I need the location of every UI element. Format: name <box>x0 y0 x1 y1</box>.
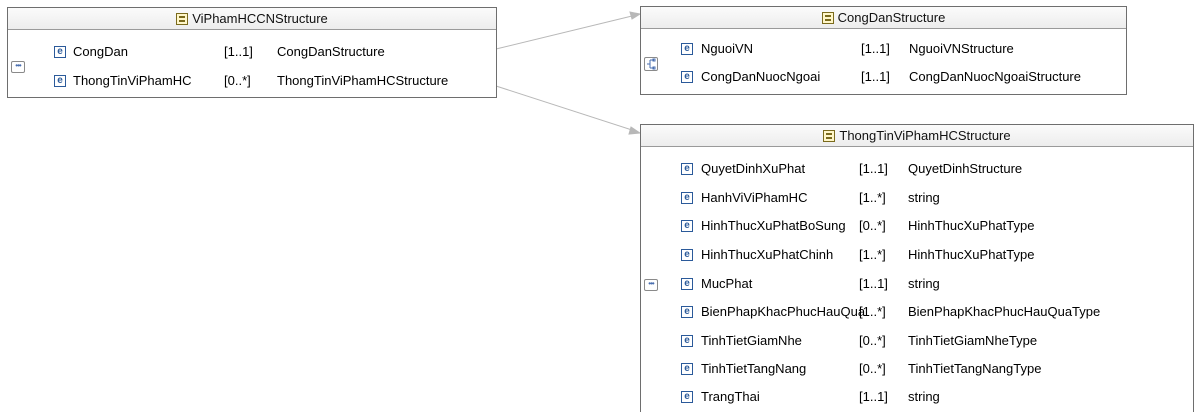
element-name: HinhThucXuPhatChinh <box>701 247 834 262</box>
element-name: ThongTinViPhamHC <box>73 73 192 88</box>
thongtinviphamhc-structure-header: ThongTinViPhamHCStructure <box>641 125 1193 147</box>
element-icon: e <box>681 363 693 375</box>
element-icon: e <box>681 249 693 261</box>
element-name: MucPhat <box>701 276 753 291</box>
element-icon: e <box>54 46 66 58</box>
element-cardinality: [1..*] <box>859 304 886 319</box>
element-name: CongDanNuocNgoai <box>701 69 821 84</box>
element-icon: e <box>681 335 693 347</box>
element-icon: e <box>681 43 693 55</box>
element-type: string <box>908 190 940 205</box>
element-name: HanhViViPhamHC <box>701 190 808 205</box>
thongtinviphamhc-structure-box[interactable]: ThongTinViPhamHCStructure ••• e QuyetDin… <box>640 124 1194 412</box>
element-name: TrangThai <box>701 389 760 404</box>
element-cardinality: [0..*] <box>859 333 886 348</box>
sequence-icon[interactable]: ••• <box>644 279 658 291</box>
element-name: HinhThucXuPhatBoSung <box>701 218 846 233</box>
element-type: QuyetDinhStructure <box>908 161 1023 176</box>
element-icon: e <box>681 391 693 403</box>
complex-type-icon <box>821 11 834 24</box>
element-type: ThongTinViPhamHCStructure <box>277 73 449 88</box>
element-type: string <box>908 276 940 291</box>
element-cardinality: [1..1] <box>859 389 888 404</box>
element-type: HinhThucXuPhatType <box>908 218 1035 233</box>
element-cardinality: [0..*] <box>224 73 251 88</box>
complex-type-icon <box>176 12 189 25</box>
element-icon: e <box>54 75 66 87</box>
element-row-quyetdinhxuphat[interactable]: e QuyetDinhXuPhat [1..1] QuyetDinhStruct… <box>681 158 1191 180</box>
element-icon: e <box>681 192 693 204</box>
element-row-thongtinviphamhc[interactable]: e ThongTinViPhamHC [0..*] ThongTinViPham… <box>54 70 494 92</box>
element-row-trangthai[interactable]: e TrangThai [1..1] string <box>681 386 1191 408</box>
element-row-congdan[interactable]: e CongDan [1..1] CongDanStructure <box>54 41 494 63</box>
element-cardinality: [1..1] <box>859 161 888 176</box>
element-cardinality: [0..*] <box>859 361 886 376</box>
element-icon: e <box>681 306 693 318</box>
element-name: CongDan <box>73 44 128 59</box>
thongtinviphamhc-structure-title: ThongTinViPhamHCStructure <box>839 128 1011 143</box>
choice-icon[interactable] <box>644 57 658 71</box>
congdan-structure-box[interactable]: CongDanStructure e NguoiVN [1..1] NguoiV… <box>640 6 1127 95</box>
element-name: NguoiVN <box>701 41 754 56</box>
vipham-structure-header: ViPhamHCCNStructure <box>8 8 496 30</box>
element-icon: e <box>681 71 693 83</box>
element-type: BienPhapKhacPhucHauQuaType <box>908 304 1101 319</box>
choice-glyph <box>647 58 656 70</box>
congdan-structure-title: CongDanStructure <box>837 10 946 25</box>
element-name: TinhTietTangNang <box>701 361 807 376</box>
element-cardinality: [1..1] <box>861 69 890 84</box>
congdan-structure-header: CongDanStructure <box>641 7 1126 29</box>
element-row-congdannuocngoai[interactable]: e CongDanNuocNgoai [1..1] CongDanNuocNgo… <box>681 66 1121 88</box>
element-type: CongDanNuocNgoaiStructure <box>909 69 1081 84</box>
element-cardinality: [1..1] <box>859 276 888 291</box>
sequence-icon[interactable]: ••• <box>11 61 25 73</box>
complex-type-icon <box>823 129 836 142</box>
element-icon: e <box>681 163 693 175</box>
element-row-tinhtiettangnang[interactable]: e TinhTietTangNang [0..*] TinhTietTangNa… <box>681 358 1191 380</box>
element-cardinality: [0..*] <box>859 218 886 233</box>
element-icon: e <box>681 278 693 290</box>
element-row-hanhviviphamhc[interactable]: e HanhViViPhamHC [1..*] string <box>681 187 1191 209</box>
element-name: BienPhapKhacPhucHauQua <box>701 304 866 319</box>
element-name: TinhTietGiamNhe <box>701 333 802 348</box>
element-row-tinhtietgiamnhe[interactable]: e TinhTietGiamNhe [0..*] TinhTietGiamNhe… <box>681 330 1191 352</box>
element-type: CongDanStructure <box>277 44 385 59</box>
element-type: TinhTietTangNangType <box>908 361 1042 376</box>
element-row-hinhthucxuphatbosung[interactable]: e HinhThucXuPhatBoSung [0..*] HinhThucXu… <box>681 215 1191 237</box>
vipham-structure-box[interactable]: ViPhamHCCNStructure ••• e CongDan [1..1]… <box>7 7 497 98</box>
element-type: string <box>908 389 940 404</box>
vipham-structure-title: ViPhamHCCNStructure <box>192 11 328 26</box>
element-type: TinhTietGiamNheType <box>908 333 1038 348</box>
element-row-bienphapkhacphuchauqua[interactable]: e BienPhapKhacPhucHauQua [1..*] BienPhap… <box>681 301 1191 323</box>
element-cardinality: [1..*] <box>859 190 886 205</box>
element-row-hinhthucxuphatchinh[interactable]: e HinhThucXuPhatChinh [1..*] HinhThucXuP… <box>681 244 1191 266</box>
element-type: HinhThucXuPhatType <box>908 247 1035 262</box>
element-type: NguoiVNStructure <box>909 41 1014 56</box>
element-cardinality: [1..1] <box>224 44 253 59</box>
element-cardinality: [1..1] <box>861 41 890 56</box>
element-name: QuyetDinhXuPhat <box>701 161 806 176</box>
element-row-mucphat[interactable]: e MucPhat [1..1] string <box>681 273 1191 295</box>
element-cardinality: [1..*] <box>859 247 886 262</box>
element-row-nguoivn[interactable]: e NguoiVN [1..1] NguoiVNStructure <box>681 38 1121 60</box>
element-icon: e <box>681 220 693 232</box>
